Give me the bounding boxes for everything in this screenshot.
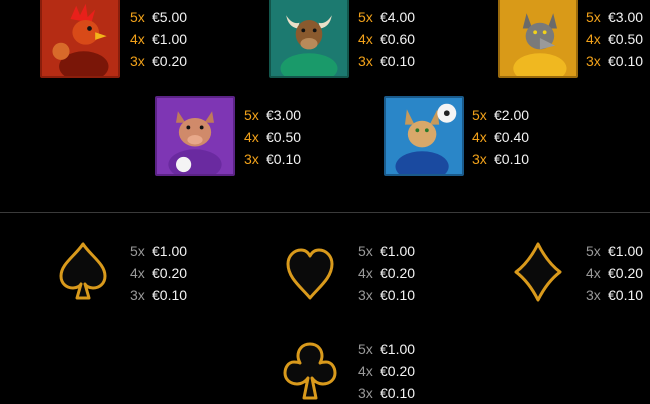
paytable-row: 5x €5.00 xyxy=(130,6,187,28)
multiplier: 5x xyxy=(586,243,601,259)
payout-amount: €1.00 xyxy=(608,243,644,259)
payout-amount: €0.10 xyxy=(608,53,644,69)
multiplier: 4x xyxy=(130,265,145,281)
paytable-row: 5x €1.00 xyxy=(358,240,415,262)
lynx-icon xyxy=(384,96,464,176)
multiplier: 4x xyxy=(358,363,373,379)
payout-amount: €0.40 xyxy=(494,129,530,145)
payout-amount: €1.00 xyxy=(152,243,188,259)
paytable-row: 3x €0.10 xyxy=(244,148,301,170)
paytable-row: 4x €0.20 xyxy=(586,262,643,284)
payout-amount: €0.10 xyxy=(152,287,188,303)
multiplier: 5x xyxy=(358,341,373,357)
multiplier: 3x xyxy=(586,287,601,303)
payout-amount: €2.00 xyxy=(494,107,530,123)
rooster-icon xyxy=(40,0,120,78)
payout-amount: €0.10 xyxy=(380,385,416,401)
payout-amount: €0.20 xyxy=(152,53,188,69)
multiplier: 4x xyxy=(472,129,487,145)
wolf-icon xyxy=(498,0,578,78)
paytable-row: 4x €0.20 xyxy=(130,262,187,284)
multiplier: 5x xyxy=(358,243,373,259)
paytable-row: 5x €1.00 xyxy=(130,240,187,262)
multiplier: 3x xyxy=(586,53,601,69)
multiplier: 3x xyxy=(130,287,145,303)
paytable-row: 4x €1.00 xyxy=(130,28,187,50)
section-divider xyxy=(0,212,650,213)
payout-amount: €0.10 xyxy=(608,287,644,303)
multiplier: 5x xyxy=(472,107,487,123)
payout-amount: €3.00 xyxy=(608,9,644,25)
multiplier: 3x xyxy=(358,385,373,401)
payout-amount: €1.00 xyxy=(152,31,188,47)
paytable-row: 5x €4.00 xyxy=(358,6,415,28)
payout-amount: €0.10 xyxy=(266,151,302,167)
payout-amount: €4.00 xyxy=(380,9,416,25)
paytable-row: 3x €0.10 xyxy=(358,50,415,72)
paytable-row: 3x €0.10 xyxy=(358,284,415,306)
paytable-row: 4x €0.50 xyxy=(586,28,643,50)
multiplier: 4x xyxy=(130,31,145,47)
payout-amount: €0.50 xyxy=(608,31,644,47)
multiplier: 5x xyxy=(244,107,259,123)
multiplier: 4x xyxy=(244,129,259,145)
multiplier: 3x xyxy=(358,53,373,69)
multiplier: 5x xyxy=(130,243,145,259)
payout-amount: €0.10 xyxy=(380,53,416,69)
payout-amount: €1.00 xyxy=(380,243,416,259)
payout-amount: €0.20 xyxy=(608,265,644,281)
payout-amount: €1.00 xyxy=(380,341,416,357)
paytable-row: 5x €2.00 xyxy=(472,104,529,126)
multiplier: 3x xyxy=(358,287,373,303)
paytable-row: 5x €3.00 xyxy=(244,104,301,126)
paytable-row: 3x €0.10 xyxy=(358,382,415,404)
payout-amount: €0.10 xyxy=(380,287,416,303)
spade-icon xyxy=(55,240,111,304)
paytable-row: 5x €3.00 xyxy=(586,6,643,28)
multiplier: 3x xyxy=(472,151,487,167)
multiplier: 5x xyxy=(358,9,373,25)
multiplier: 3x xyxy=(130,53,145,69)
paytable-row: 5x €1.00 xyxy=(358,338,415,360)
payout-amount: €0.10 xyxy=(494,151,530,167)
diamond-icon xyxy=(510,240,566,304)
payout-amount: €0.20 xyxy=(380,265,416,281)
payout-amount: €0.60 xyxy=(380,31,416,47)
heart-icon xyxy=(282,242,338,306)
paytable-row: 3x €0.10 xyxy=(472,148,529,170)
paytable-row: 4x €0.40 xyxy=(472,126,529,148)
payout-amount: €0.20 xyxy=(152,265,188,281)
multiplier: 3x xyxy=(244,151,259,167)
payout-amount: €0.20 xyxy=(380,363,416,379)
multiplier: 5x xyxy=(130,9,145,25)
paytable-row: 4x €0.60 xyxy=(358,28,415,50)
paytable-row: 5x €1.00 xyxy=(586,240,643,262)
multiplier: 4x xyxy=(358,265,373,281)
paytable-row: 4x €0.50 xyxy=(244,126,301,148)
club-icon xyxy=(282,340,338,404)
bull-icon xyxy=(269,0,349,78)
payout-amount: €0.50 xyxy=(266,129,302,145)
boar-icon xyxy=(155,96,235,176)
paytable-row: 3x €0.10 xyxy=(130,284,187,306)
paytable-row: 4x €0.20 xyxy=(358,360,415,382)
paytable-row: 4x €0.20 xyxy=(358,262,415,284)
multiplier: 5x xyxy=(586,9,601,25)
payout-amount: €5.00 xyxy=(152,9,188,25)
multiplier: 4x xyxy=(586,265,601,281)
paytable-row: 3x €0.20 xyxy=(130,50,187,72)
paytable-row: 3x €0.10 xyxy=(586,50,643,72)
multiplier: 4x xyxy=(358,31,373,47)
payout-amount: €3.00 xyxy=(266,107,302,123)
multiplier: 4x xyxy=(586,31,601,47)
paytable-row: 3x €0.10 xyxy=(586,284,643,306)
